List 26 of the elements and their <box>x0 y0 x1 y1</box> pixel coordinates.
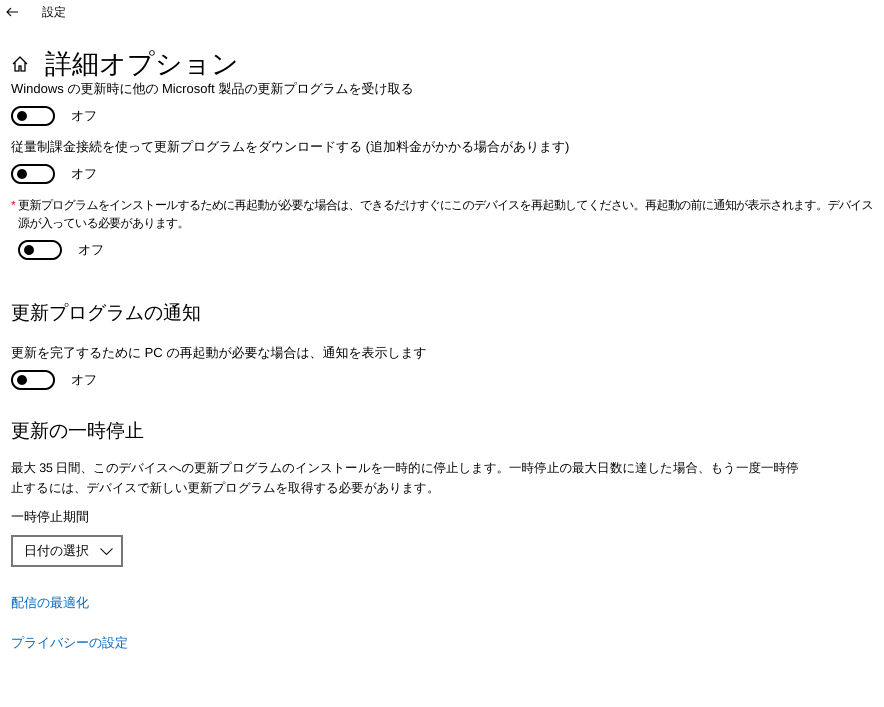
page-title: 詳細オプション <box>45 48 239 81</box>
option-description: Windows の更新時に他の Microsoft 製品の更新プログラムを受け取る <box>11 80 414 98</box>
toggle-state-label: オフ <box>71 371 97 389</box>
toggle-switch[interactable] <box>11 106 55 126</box>
toggle-state-label: オフ <box>78 241 104 259</box>
option-description: 従量制課金接続を使って更新プログラムをダウンロードする (追加料金がかかる場合があります) <box>11 138 570 156</box>
required-asterisk: * <box>11 197 17 214</box>
toggle-switch[interactable] <box>18 240 62 260</box>
settings-link[interactable]: 配信の最適化 <box>11 594 89 612</box>
section-heading: 更新の一時停止 <box>11 420 145 444</box>
section-heading: 更新プログラムの通知 <box>11 302 202 326</box>
date-dropdown[interactable]: 日付の選択 <box>11 535 123 567</box>
back-arrow-icon[interactable] <box>6 7 18 17</box>
toggle-state-label: オフ <box>71 165 97 183</box>
option-description: 源が入っている必要があります。 <box>18 215 190 232</box>
option-description: 更新プログラムをインストールするために再起動が必要な場合は、できるだけすぐにこのデバイスを再起動してください。再起動の前に通知が表示されます。デバイス <box>18 197 874 214</box>
toggle-switch[interactable] <box>11 370 55 390</box>
window-title: 設定 <box>42 4 66 20</box>
settings-link[interactable]: プライバシーの設定 <box>11 634 128 652</box>
pause-description: 最大 35 日間、このデバイスへの更新プログラムのインストールを一時的に停止します。一時停止の最大日数に達した場合、もう一度一時停止するには、デバイスで新しい更新プログラムを取得する必要があります。 <box>11 460 800 497</box>
toggle-state-label: オフ <box>71 107 97 125</box>
option-description: 更新を完了するために PC の再起動が必要な場合は、通知を表示します <box>11 344 428 362</box>
field-label: 一時停止期間 <box>11 508 90 526</box>
chevron-down-icon <box>100 548 113 554</box>
toggle-switch[interactable] <box>11 164 55 184</box>
home-icon[interactable] <box>11 55 29 73</box>
